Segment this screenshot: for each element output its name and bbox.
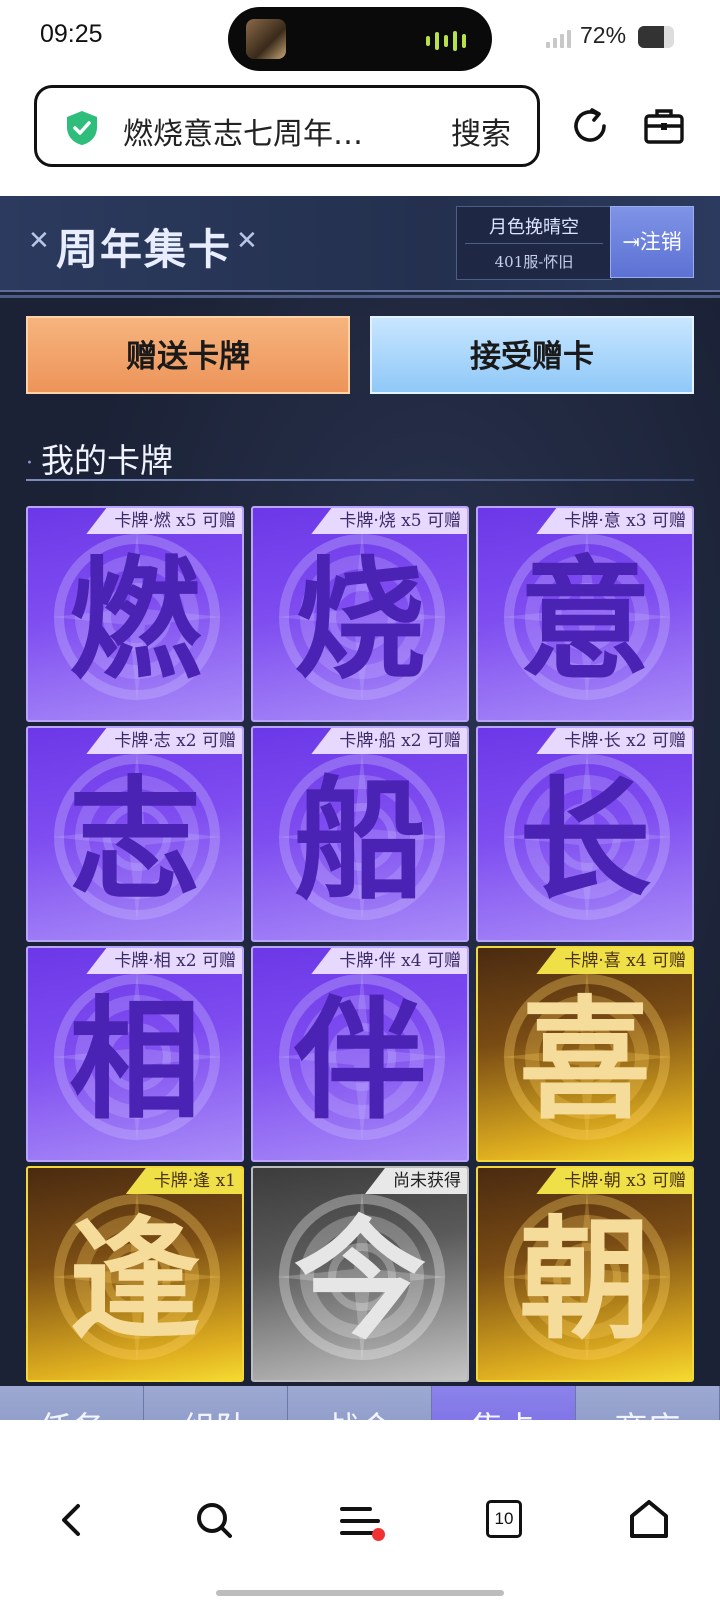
card-朝[interactable]: 朝 卡牌·朝 x3 可赠: [476, 1166, 694, 1382]
card-count-tag: 卡牌·烧 x5 可赠: [311, 508, 467, 534]
card-character: 相: [69, 983, 201, 1138]
card-count-tag: 卡牌·喜 x4 可赠: [536, 948, 692, 974]
status-bar: 09:25 72%: [0, 0, 720, 78]
card-character: 意: [519, 543, 651, 698]
card-character: 喜: [519, 983, 651, 1138]
card-count-tag: 卡牌·相 x2 可赠: [86, 948, 242, 974]
shield-check-icon: [67, 111, 97, 145]
card-意[interactable]: 意 卡牌·意 x3 可赠: [476, 506, 694, 722]
card-character: 燃: [69, 543, 201, 698]
tab-3[interactable]: 集卡: [432, 1386, 576, 1420]
tab-2[interactable]: 战令: [288, 1386, 432, 1420]
card-count-tag: 卡牌·长 x2 可赠: [536, 728, 692, 754]
signal-icon: [546, 30, 571, 48]
card-志[interactable]: 志 卡牌·志 x2 可赠: [26, 726, 244, 942]
give-card-button[interactable]: 赠送卡牌: [26, 316, 350, 394]
search-button[interactable]: 搜索: [451, 109, 511, 153]
section-divider: [26, 479, 694, 481]
card-character: 志: [69, 763, 201, 918]
media-thumbnail: [246, 19, 286, 59]
card-character: 船: [294, 763, 426, 918]
card-character: 伴: [294, 983, 426, 1138]
clock: 09:25: [40, 20, 103, 48]
user-name: 月色挽晴空: [489, 217, 579, 238]
tab-0[interactable]: 任务: [0, 1386, 144, 1420]
card-count-tag: 卡牌·伴 x4 可赠: [311, 948, 467, 974]
logout-button[interactable]: ⇥注销: [610, 206, 694, 278]
logout-icon: ⇥: [622, 230, 640, 254]
card-count-tag: 尚未获得: [365, 1168, 467, 1194]
tabs-count: 10: [494, 1509, 514, 1528]
card-character: 今: [294, 1203, 426, 1358]
home-icon[interactable]: [628, 1498, 670, 1540]
card-长[interactable]: 长 卡牌·长 x2 可赠: [476, 726, 694, 942]
user-info: 月色挽晴空 401服-怀旧: [456, 206, 612, 280]
page-title: 周年集卡: [56, 225, 233, 274]
game-tab-bar: 任务组队战令集卡商店: [0, 1386, 720, 1420]
card-character: 逢: [69, 1203, 201, 1358]
section-title: 我的卡牌: [26, 434, 173, 482]
card-count-tag: 卡牌·逢 x1: [125, 1168, 242, 1194]
deco-cross-icon: ✕: [28, 226, 50, 256]
card-count-tag: 卡牌·船 x2 可赠: [311, 728, 467, 754]
card-今[interactable]: 今 尚未获得: [251, 1166, 469, 1382]
battery-percent: 72%: [580, 22, 627, 48]
game-page: ✕ 周年集卡 ✕ 月色挽晴空 401服-怀旧 ⇥注销 赠送卡牌 接受赠卡 我的卡…: [0, 196, 720, 1420]
logout-label: 注销: [639, 230, 682, 254]
home-indicator[interactable]: [216, 1590, 504, 1596]
card-烧[interactable]: 烧 卡牌·烧 x5 可赠: [251, 506, 469, 722]
card-燃[interactable]: 燃 卡牌·燃 x5 可赠: [26, 506, 244, 722]
card-character: 长: [519, 763, 651, 918]
card-character: 烧: [294, 543, 426, 698]
receive-card-button[interactable]: 接受赠卡: [370, 316, 694, 394]
card-喜[interactable]: 喜 卡牌·喜 x4 可赠: [476, 946, 694, 1162]
browser-bottom-nav: 10: [0, 1476, 720, 1600]
card-count-tag: 卡牌·燃 x5 可赠: [86, 508, 242, 534]
card-character: 朝: [519, 1203, 651, 1358]
url-text: 燃烧意志七周年…: [123, 117, 363, 152]
address-bar[interactable]: 燃烧意志七周年… 搜索: [34, 85, 540, 167]
toolbox-icon[interactable]: [642, 104, 686, 148]
tab-4[interactable]: 商店: [576, 1386, 720, 1420]
notification-dot: [372, 1528, 385, 1541]
card-逢[interactable]: 逢 卡牌·逢 x1: [26, 1166, 244, 1382]
card-count-tag: 卡牌·朝 x3 可赠: [536, 1168, 692, 1194]
dynamic-island[interactable]: [228, 7, 492, 71]
card-船[interactable]: 船 卡牌·船 x2 可赠: [251, 726, 469, 942]
search-icon[interactable]: [194, 1500, 234, 1540]
user-server: 401服-怀旧: [494, 253, 574, 271]
card-相[interactable]: 相 卡牌·相 x2 可赠: [26, 946, 244, 1162]
card-count-tag: 卡牌·意 x3 可赠: [536, 508, 692, 534]
reload-icon[interactable]: [568, 104, 612, 148]
back-icon[interactable]: [56, 1500, 88, 1540]
card-伴[interactable]: 伴 卡牌·伴 x4 可赠: [251, 946, 469, 1162]
header-band: ✕ 周年集卡 ✕ 月色挽晴空 401服-怀旧 ⇥注销: [0, 196, 720, 298]
card-count-tag: 卡牌·志 x2 可赠: [86, 728, 242, 754]
audio-wave-icon: [426, 31, 466, 51]
deco-cross-icon: ✕: [236, 226, 258, 256]
battery-icon: [638, 26, 674, 48]
tabs-icon[interactable]: 10: [486, 1500, 522, 1538]
tab-1[interactable]: 组队: [144, 1386, 288, 1420]
